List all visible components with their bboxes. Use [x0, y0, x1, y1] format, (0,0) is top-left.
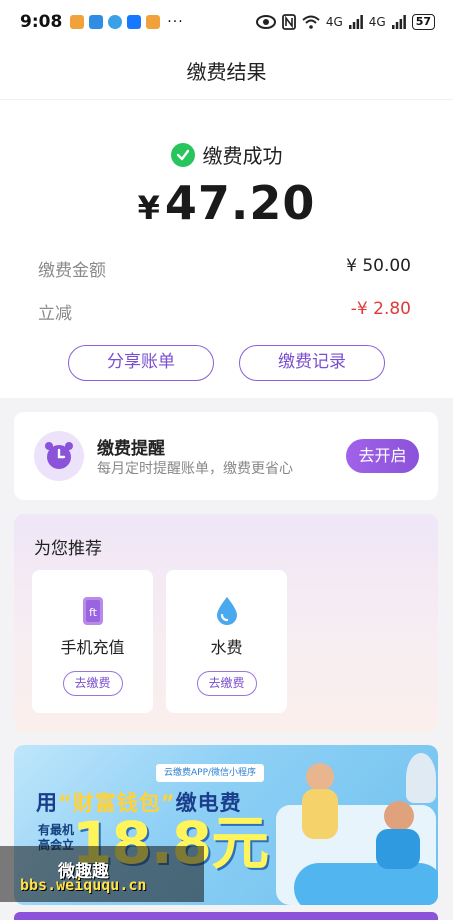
- paid-amount: ¥47.20: [0, 176, 453, 230]
- pay-button[interactable]: 去缴费: [196, 671, 257, 696]
- payment-status-text: 缴费成功: [202, 144, 283, 168]
- payment-records-button[interactable]: 缴费记录: [239, 345, 385, 381]
- banner-illustration: [376, 829, 420, 869]
- eye-icon: [255, 15, 276, 29]
- app-notification-icon: [89, 15, 104, 29]
- recommend-item-mobile-topup[interactable]: ft 手机充值 去缴费: [32, 570, 153, 713]
- watermark: 微趣趣 bbs.weiququ.cn: [0, 846, 204, 902]
- recommend-item-name: 手机充值: [60, 638, 125, 657]
- share-bill-button[interactable]: 分享账单: [68, 345, 214, 381]
- enable-reminder-button[interactable]: 去开启: [346, 439, 419, 473]
- detail-label: 缴费金额: [38, 261, 106, 281]
- banner-illustration: [302, 789, 338, 839]
- banner-illustration: [406, 753, 436, 803]
- discount-value: -¥ 2.80: [350, 299, 411, 319]
- banner-illustration: [306, 763, 334, 791]
- recommend-title: 为您推荐: [34, 539, 102, 559]
- nfc-icon: [281, 14, 296, 30]
- network-type-label: 4G: [368, 15, 386, 29]
- app-notification-icon: [108, 15, 123, 29]
- banner-tag: 云缴费APP/微信小程序: [156, 764, 265, 782]
- reminder-title: 缴费提醒: [97, 439, 165, 459]
- payment-reminder-card: 缴费提醒 每月定时提醒账单，缴费更省心 去开启: [14, 412, 438, 500]
- detail-label: 立减: [38, 304, 72, 324]
- wifi-icon: [302, 15, 320, 29]
- detail-value: ¥ 50.00: [346, 256, 411, 276]
- paid-amount-value: 47.20: [164, 176, 316, 230]
- battery-indicator: 57: [411, 14, 435, 30]
- status-time: 9:08: [20, 12, 63, 32]
- recommend-item-water[interactable]: 水费 去缴费: [166, 570, 287, 713]
- signal-icon: [391, 15, 406, 29]
- network-type-label: 4G: [325, 15, 343, 29]
- detail-row-total: 缴费金额 ¥ 50.00: [38, 256, 411, 281]
- check-circle-icon: [170, 142, 195, 167]
- status-bar: 9:08 ··· 4G 4G 57: [0, 0, 453, 44]
- banner-illustration: [294, 863, 438, 905]
- banner-headline-prefix: 用: [36, 791, 58, 815]
- alarm-clock-icon: [34, 431, 84, 481]
- reminder-subtitle: 每月定时提醒账单，缴费更省心: [97, 461, 293, 477]
- detail-row-discount: 立减 -¥ 2.80: [38, 299, 411, 324]
- recommend-section: 为您推荐 ft 手机充值 去缴费 水费 去缴费: [14, 514, 438, 732]
- watermark-url: bbs.weiququ.cn: [20, 876, 147, 894]
- banner-illustration: [384, 801, 414, 831]
- signal-icon: [348, 15, 363, 29]
- payment-status: 缴费成功: [0, 140, 453, 169]
- app-notification-icon: [70, 15, 85, 29]
- app-notification-icon: [146, 15, 161, 29]
- alipay-icon: [127, 15, 142, 29]
- svg-text:ft: ft: [89, 606, 98, 619]
- page-title: 缴费结果: [0, 44, 453, 100]
- phone-icon: ft: [80, 596, 106, 630]
- water-drop-icon: [214, 596, 240, 630]
- currency-symbol: ¥: [137, 189, 161, 227]
- recommend-item-name: 水费: [210, 638, 243, 657]
- pay-button[interactable]: 去缴费: [62, 671, 123, 696]
- more-notifications: ···: [167, 14, 184, 30]
- bottom-section-edge: [14, 912, 438, 920]
- payment-result-card: 缴费成功 ¥47.20 缴费金额 ¥ 50.00 立减 -¥ 2.80 分享账单…: [0, 100, 453, 398]
